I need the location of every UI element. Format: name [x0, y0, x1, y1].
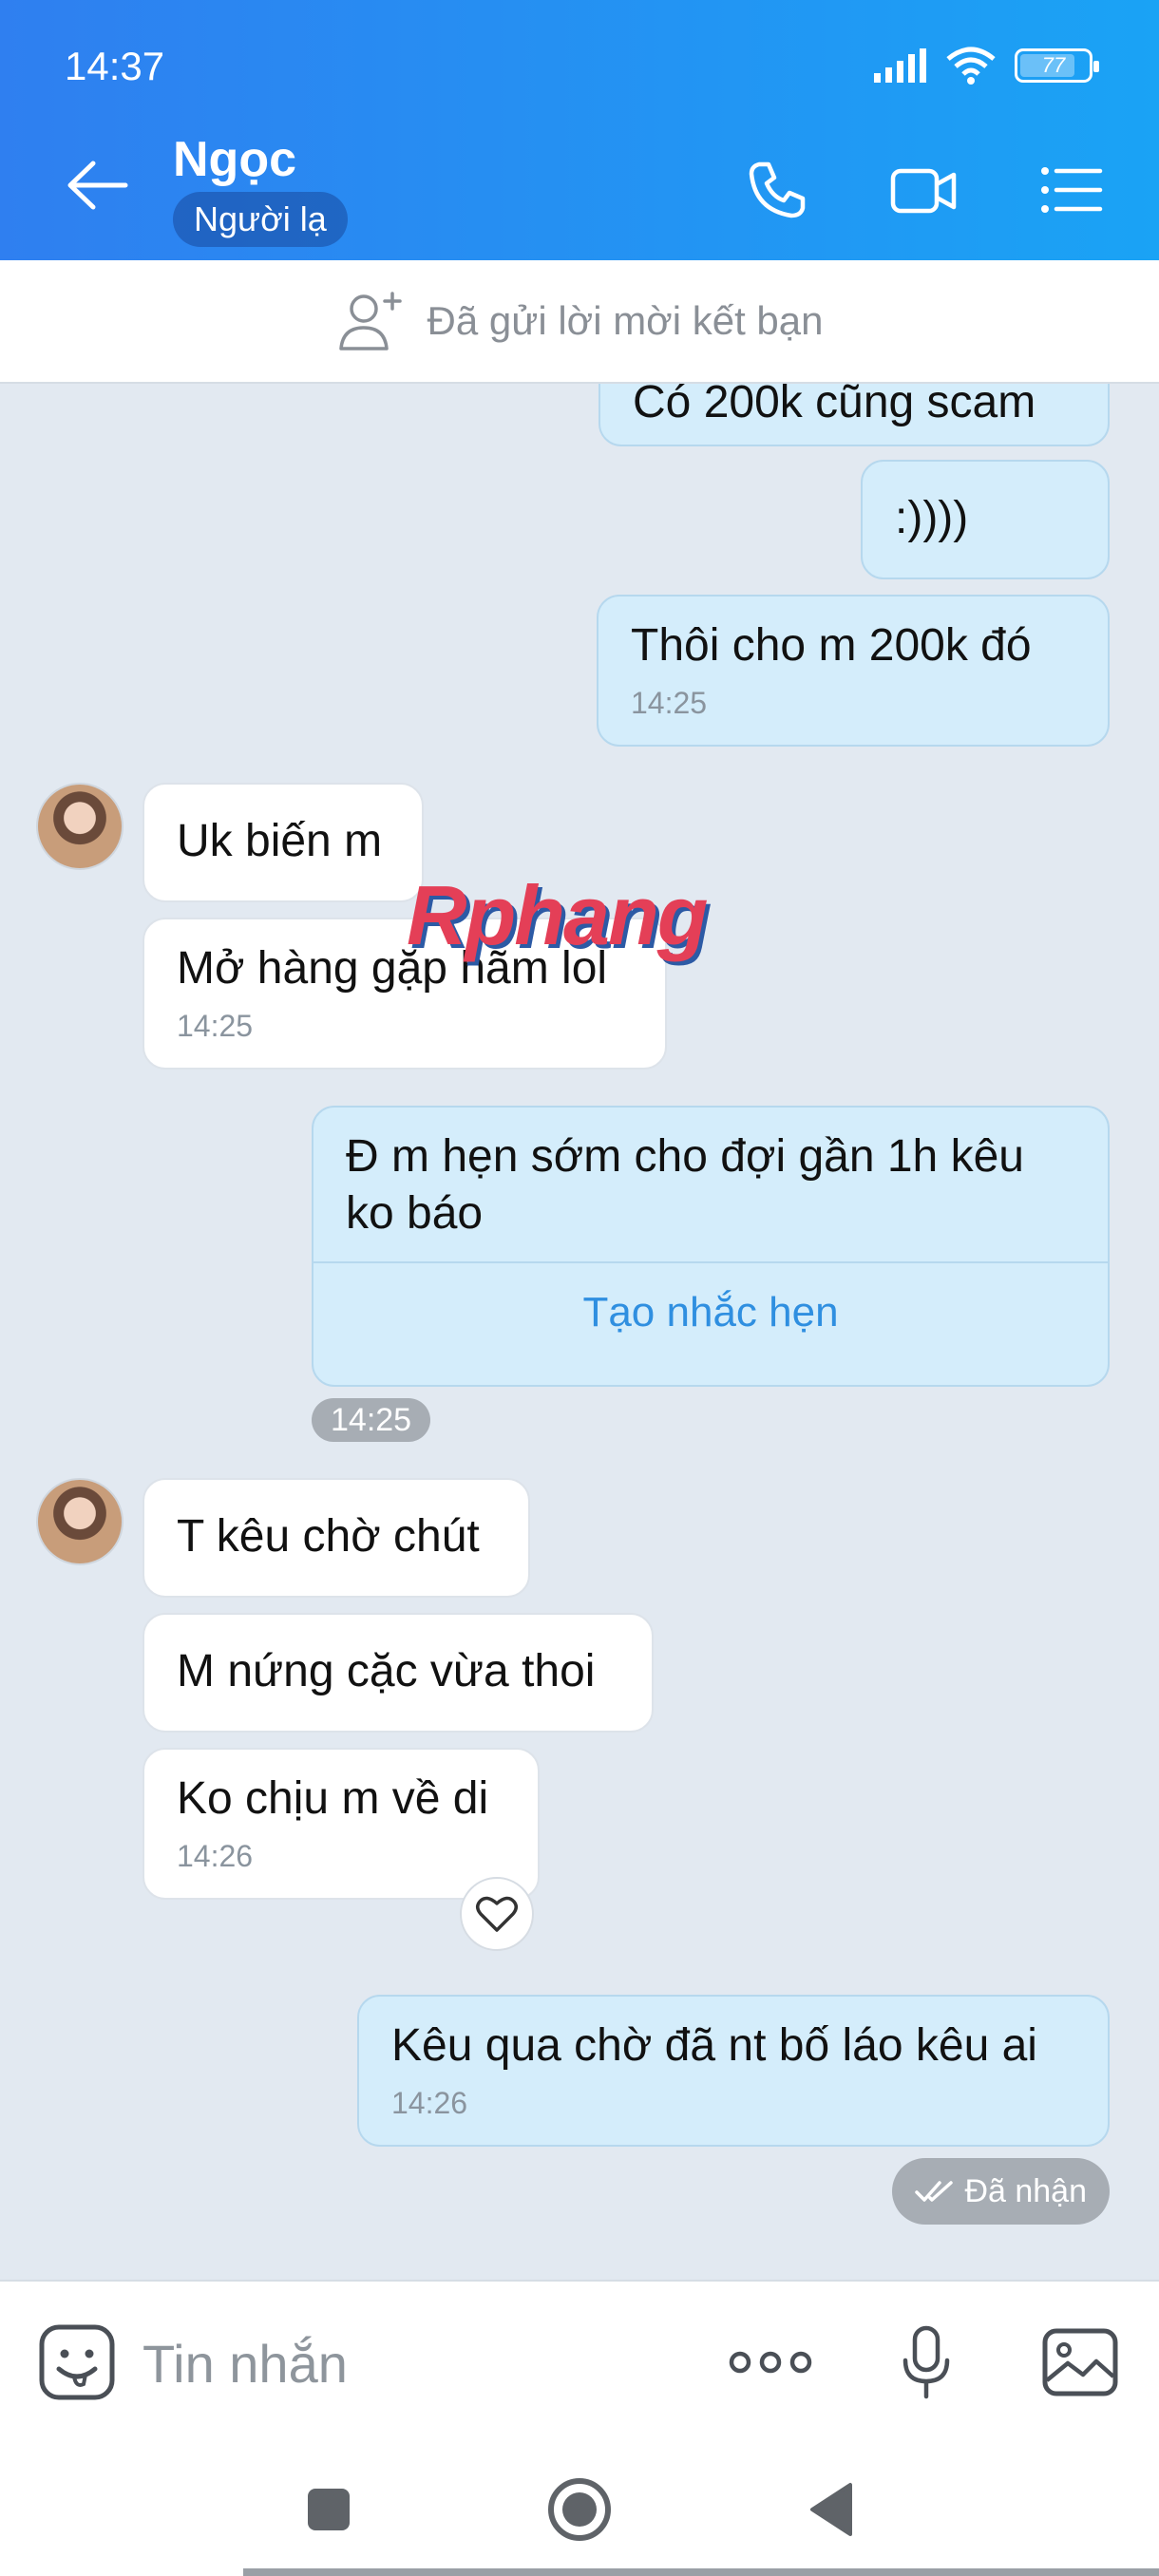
back-button[interactable]: [59, 152, 135, 218]
message-text: Có 200k cũng scam: [633, 384, 1036, 427]
back-arrow-icon: [67, 161, 128, 210]
phone-icon: [749, 161, 806, 218]
back-triangle-icon: [810, 2483, 852, 2536]
wifi-icon: [946, 47, 996, 85]
gesture-indicator: [243, 2568, 1159, 2576]
watermark-logo: Rphang: [407, 868, 709, 962]
emoji-sticker-icon: [39, 2324, 115, 2400]
friend-request-bar: Đã gửi lời mời kết bạn: [0, 260, 1159, 384]
delivery-status-badge: Đã nhận: [892, 2158, 1110, 2225]
square-icon: [308, 2489, 350, 2530]
microphone-icon: [902, 2325, 950, 2399]
contact-name[interactable]: Ngọc: [173, 131, 296, 188]
message-time: 14:25: [631, 686, 708, 720]
stranger-badge: Người lạ: [173, 192, 348, 247]
message-bubble-received[interactable]: M nứng cặc vừa thoi: [142, 1613, 654, 1733]
voice-record-button[interactable]: [884, 2320, 969, 2405]
chat-header: 14:37 77 Ngọc Người lạ: [0, 0, 1159, 260]
friend-request-status: Đã gửi lời mời kết bạn: [427, 298, 824, 343]
heart-icon: [476, 1896, 518, 1932]
message-text: Đ m hẹn sớm cho đợi gần 1h kêu ko báo: [346, 1131, 1024, 1239]
message-bubble-sent[interactable]: Đ m hẹn sớm cho đợi gần 1h kêu ko báo Tạ…: [312, 1106, 1110, 1387]
message-text: Uk biến m: [177, 816, 383, 866]
system-navigation-bar: [0, 2441, 1159, 2576]
video-camera-icon: [890, 168, 957, 214]
list-menu-icon: [1041, 167, 1103, 213]
message-time: 14:25: [177, 1009, 254, 1043]
image-gallery-icon: [1042, 2328, 1118, 2396]
image-picker-button[interactable]: [1037, 2320, 1123, 2405]
message-text: Thôi cho m 200k đó: [631, 620, 1032, 671]
message-bubble-sent[interactable]: Thôi cho m 200k đó 14:25: [597, 595, 1110, 747]
double-check-icon: [915, 2181, 954, 2202]
menu-button[interactable]: [1034, 152, 1110, 228]
message-text: Kêu qua chờ đã nt bố láo kêu ai: [391, 2020, 1037, 2071]
message-bubble-received[interactable]: T kêu chờ chút: [142, 1478, 530, 1598]
more-options-button[interactable]: [728, 2320, 813, 2405]
message-text: :)))): [895, 493, 969, 543]
battery-level: 77: [1041, 53, 1066, 77]
battery-icon: 77: [1015, 48, 1099, 83]
message-text: Ko chịu m về di: [177, 1773, 489, 1824]
signal-icon: [874, 48, 926, 83]
contact-avatar[interactable]: [36, 783, 124, 870]
recent-apps-button[interactable]: [291, 2472, 367, 2548]
message-bubble-received[interactable]: Uk biến m: [142, 783, 424, 902]
react-heart-button[interactable]: [460, 1877, 534, 1951]
message-time: 14:26: [391, 2086, 468, 2120]
back-nav-button[interactable]: [792, 2472, 868, 2548]
create-reminder-link[interactable]: Tạo nhắc hẹn: [346, 1263, 1075, 1341]
contact-avatar[interactable]: [36, 1478, 124, 1565]
message-bubble-sent[interactable]: Có 200k cũng scam: [598, 384, 1110, 446]
message-time: 14:26: [177, 1839, 254, 1873]
voice-call-button[interactable]: [739, 152, 815, 228]
video-call-button[interactable]: [885, 152, 961, 228]
message-bubble-sent[interactable]: :)))): [861, 460, 1110, 579]
message-text: M nứng cặc vừa thoi: [177, 1646, 596, 1696]
message-input[interactable]: Tin nhắn: [142, 2333, 348, 2395]
message-list[interactable]: Có 200k cũng scam :)))) Thôi cho m 200k …: [0, 384, 1159, 2280]
message-input-bar: Tin nhắn: [0, 2280, 1159, 2441]
home-circle-icon: [548, 2478, 611, 2541]
message-time-pill: 14:25: [312, 1398, 431, 1442]
sticker-button[interactable]: [34, 2320, 120, 2405]
status-time: 14:37: [65, 44, 165, 88]
message-bubble-received[interactable]: Ko chịu m về di 14:26: [142, 1748, 540, 1900]
delivery-status-text: Đã nhận: [964, 2172, 1087, 2209]
status-icons: 77: [872, 46, 1099, 85]
message-bubble-sent[interactable]: Kêu qua chờ đã nt bố láo kêu ai 14:26: [357, 1995, 1110, 2147]
home-button[interactable]: [542, 2472, 618, 2548]
add-friend-icon: [339, 292, 403, 350]
more-dots-icon: [729, 2351, 812, 2374]
message-text: T kêu chờ chút: [177, 1511, 480, 1562]
